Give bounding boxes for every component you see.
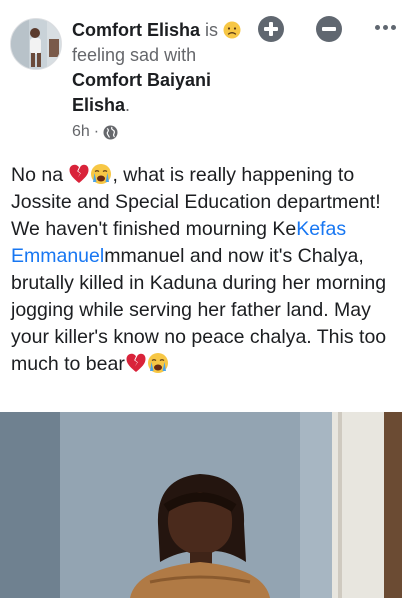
- post-body: No na , what is really happening to Joss…: [11, 162, 397, 378]
- post-time[interactable]: 6h: [72, 122, 90, 142]
- more-dots-icon[interactable]: [372, 18, 398, 38]
- post-meta: 6h ·: [72, 122, 118, 142]
- sad-face-icon: [223, 21, 241, 39]
- post-photo[interactable]: [0, 412, 402, 598]
- tagged-name[interactable]: Comfort Baiyani Elisha: [72, 70, 211, 115]
- feeling-text: feeling sad: [72, 45, 160, 65]
- broken-heart-icon: [125, 352, 147, 374]
- body-text-1: No na: [11, 164, 69, 186]
- avatar[interactable]: [10, 18, 62, 70]
- meta-separator: ·: [93, 123, 100, 140]
- feeling-prefix: is: [205, 20, 219, 40]
- minus-circle-icon[interactable]: [316, 16, 342, 42]
- crying-face-icon: [147, 352, 169, 374]
- crying-face-icon: [90, 163, 112, 185]
- author-name[interactable]: Comfort Elisha: [72, 20, 200, 40]
- broken-heart-icon: [68, 163, 90, 185]
- post-header-text: Comfort Elisha is feeling sad with Comfo…: [72, 18, 250, 118]
- globe-icon: [103, 125, 118, 140]
- plus-circle-icon[interactable]: [258, 16, 284, 42]
- post-header: Comfort Elisha is feeling sad with Comfo…: [0, 0, 402, 150]
- tagged-suffix: .: [125, 95, 131, 115]
- with-prefix: with: [164, 45, 197, 65]
